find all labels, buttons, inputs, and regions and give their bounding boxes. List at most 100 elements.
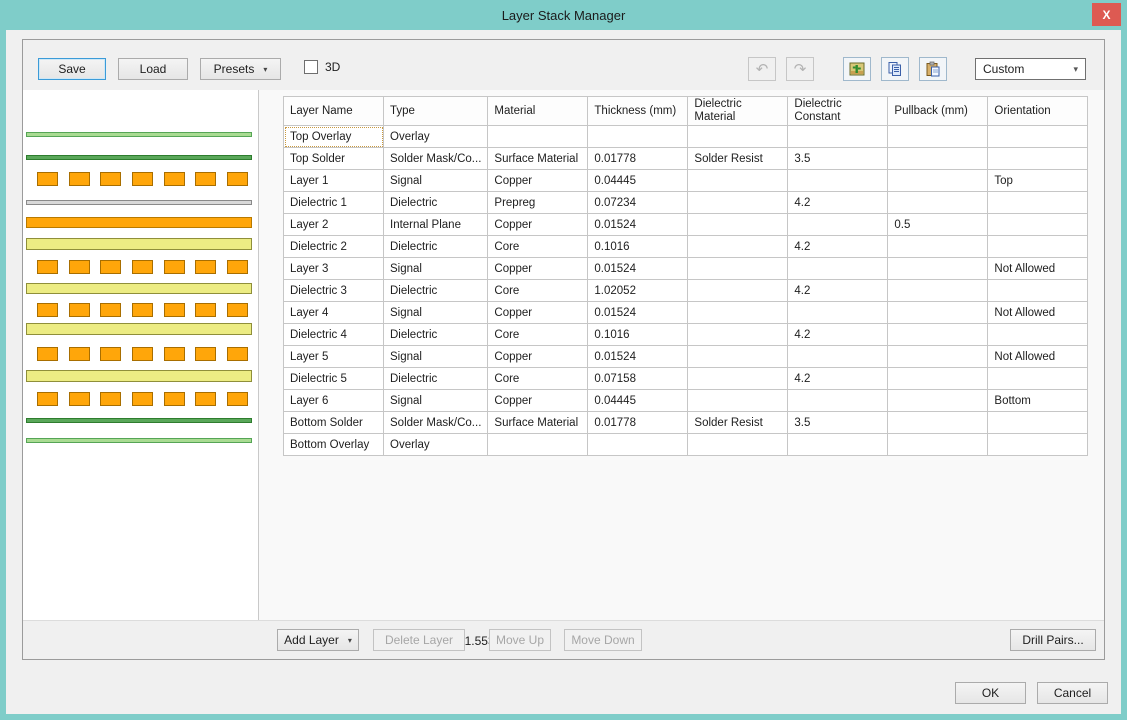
save-button[interactable]: Save <box>38 58 106 80</box>
move-down-button[interactable]: Move Down <box>564 629 642 651</box>
table-cell[interactable]: 4.2 <box>788 280 888 302</box>
table-cell[interactable]: Layer 5 <box>284 346 384 368</box>
copy-image-button[interactable] <box>843 57 871 81</box>
close-button[interactable]: X <box>1092 3 1121 26</box>
table-cell[interactable]: Core <box>488 280 588 302</box>
table-cell[interactable]: 4.2 <box>788 368 888 390</box>
table-cell[interactable] <box>888 302 988 324</box>
table-cell[interactable]: Copper <box>488 346 588 368</box>
table-cell[interactable]: Signal <box>384 258 488 280</box>
table-cell[interactable]: Signal <box>384 170 488 192</box>
table-cell[interactable]: Layer 6 <box>284 390 384 412</box>
table-cell[interactable]: Solder Mask/Co... <box>384 412 488 434</box>
table-cell[interactable]: Bottom Overlay <box>284 434 384 456</box>
table-cell[interactable] <box>888 324 988 346</box>
cancel-button[interactable]: Cancel <box>1037 682 1108 704</box>
table-cell[interactable] <box>888 126 988 148</box>
table-cell[interactable] <box>688 280 788 302</box>
table-cell[interactable]: 1.02052 <box>588 280 688 302</box>
table-cell[interactable] <box>688 258 788 280</box>
table-cell[interactable]: Not Allowed <box>988 346 1088 368</box>
table-cell[interactable]: 0.01524 <box>588 258 688 280</box>
table-cell[interactable] <box>988 192 1088 214</box>
table-cell[interactable]: Solder Resist <box>688 412 788 434</box>
table-cell[interactable] <box>688 324 788 346</box>
table-cell[interactable] <box>588 126 688 148</box>
table-cell[interactable] <box>888 346 988 368</box>
table-cell[interactable]: Overlay <box>384 126 488 148</box>
table-cell[interactable]: Prepreg <box>488 192 588 214</box>
table-cell[interactable] <box>788 170 888 192</box>
table-cell[interactable]: Core <box>488 368 588 390</box>
table-cell[interactable]: 0.07234 <box>588 192 688 214</box>
table-cell[interactable] <box>888 368 988 390</box>
table-cell[interactable] <box>688 170 788 192</box>
table-cell[interactable] <box>988 368 1088 390</box>
table-cell[interactable] <box>688 390 788 412</box>
table-cell[interactable] <box>788 390 888 412</box>
table-cell[interactable]: Solder Resist <box>688 148 788 170</box>
table-cell[interactable]: Dielectric <box>384 192 488 214</box>
table-cell[interactable]: 4.2 <box>788 192 888 214</box>
table-cell[interactable] <box>688 192 788 214</box>
table-cell[interactable] <box>688 236 788 258</box>
table-cell[interactable] <box>988 148 1088 170</box>
table-cell[interactable]: Core <box>488 236 588 258</box>
table-cell[interactable]: Dielectric 3 <box>284 280 384 302</box>
table-cell[interactable]: Dielectric 4 <box>284 324 384 346</box>
table-cell[interactable]: Copper <box>488 170 588 192</box>
table-cell[interactable] <box>888 258 988 280</box>
table-cell[interactable]: Layer 2 <box>284 214 384 236</box>
table-cell[interactable] <box>688 434 788 456</box>
table-cell[interactable]: Top Solder <box>284 148 384 170</box>
drill-pairs-button[interactable]: Drill Pairs... <box>1010 629 1096 651</box>
table-cell[interactable]: Copper <box>488 214 588 236</box>
table-cell[interactable]: Dielectric <box>384 324 488 346</box>
table-cell[interactable]: Layer 4 <box>284 302 384 324</box>
table-cell[interactable]: 4.2 <box>788 324 888 346</box>
checkbox-box[interactable] <box>304 60 318 74</box>
table-cell[interactable]: Signal <box>384 346 488 368</box>
table-cell[interactable] <box>688 302 788 324</box>
table-cell[interactable] <box>688 346 788 368</box>
table-cell[interactable]: Overlay <box>384 434 488 456</box>
presets-dropdown-button[interactable]: Presets ▾ <box>200 58 281 80</box>
table-cell[interactable]: Dielectric <box>384 368 488 390</box>
table-cell[interactable] <box>788 302 888 324</box>
table-cell[interactable] <box>788 126 888 148</box>
table-cell[interactable]: Copper <box>488 258 588 280</box>
table-cell[interactable] <box>488 126 588 148</box>
table-cell[interactable]: 0.01524 <box>588 302 688 324</box>
table-cell[interactable] <box>988 434 1088 456</box>
add-layer-dropdown-button[interactable]: Add Layer ▾ <box>277 629 359 651</box>
table-cell[interactable]: 0.04445 <box>588 390 688 412</box>
table-cell[interactable]: 3.5 <box>788 412 888 434</box>
table-cell[interactable] <box>688 214 788 236</box>
table-cell[interactable]: Not Allowed <box>988 258 1088 280</box>
table-cell[interactable] <box>688 126 788 148</box>
table-cell[interactable] <box>988 280 1088 302</box>
table-cell[interactable]: Core <box>488 324 588 346</box>
3d-checkbox[interactable]: 3D <box>304 60 340 74</box>
table-cell[interactable] <box>988 324 1088 346</box>
table-cell[interactable] <box>688 368 788 390</box>
ok-button[interactable]: OK <box>955 682 1026 704</box>
paste-button[interactable] <box>919 57 947 81</box>
table-cell[interactable]: Not Allowed <box>988 302 1088 324</box>
table-cell[interactable]: 0.1016 <box>588 236 688 258</box>
table-cell[interactable] <box>888 192 988 214</box>
table-cell[interactable]: Top <box>988 170 1088 192</box>
table-cell[interactable]: 0.04445 <box>588 170 688 192</box>
undo-button[interactable]: ↶ <box>748 57 776 81</box>
table-cell[interactable]: Layer 1 <box>284 170 384 192</box>
title-bar[interactable]: Layer Stack Manager X <box>0 0 1127 30</box>
table-cell[interactable] <box>788 346 888 368</box>
table-cell[interactable]: 3.5 <box>788 148 888 170</box>
move-up-button[interactable]: Move Up <box>489 629 551 651</box>
table-cell[interactable]: Solder Mask/Co... <box>384 148 488 170</box>
table-cell[interactable]: Surface Material <box>488 148 588 170</box>
table-cell[interactable]: Surface Material <box>488 412 588 434</box>
table-cell[interactable] <box>888 148 988 170</box>
table-cell[interactable]: 4.2 <box>788 236 888 258</box>
table-cell[interactable] <box>888 170 988 192</box>
